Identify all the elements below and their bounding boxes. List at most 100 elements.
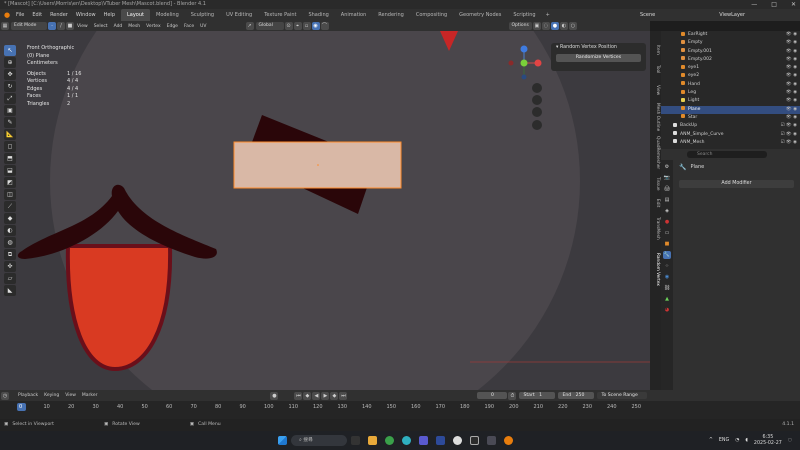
outliner-item-anm-mesh[interactable]: ANM_Mesh ☑ 👁 ◉ [661, 139, 800, 147]
play-reverse-icon[interactable]: ◀ [312, 391, 321, 400]
tab-uv-editing[interactable]: UV Editing [220, 9, 258, 21]
tab-geometry-nodes[interactable]: Geometry Nodes [453, 9, 507, 21]
proportional-edit-icon[interactable]: ◉ [311, 22, 320, 30]
tab-animation[interactable]: Animation [335, 9, 373, 21]
menu-view[interactable]: View [74, 24, 91, 29]
xray-icon[interactable]: ▣ [532, 22, 541, 30]
3d-viewport[interactable] [0, 31, 650, 390]
chrome-icon[interactable] [385, 436, 394, 445]
output-icon[interactable]: 🖨 [663, 185, 671, 193]
to-scene-range-button[interactable]: To Scene Range [597, 392, 648, 399]
render-icon[interactable]: 📷 [663, 174, 671, 182]
randomize-vertices-button[interactable]: Randomize Vertices [556, 54, 641, 62]
rip-tool-icon[interactable]: ◣ [4, 285, 16, 296]
menu-view[interactable]: View [62, 393, 79, 398]
orientation-icon[interactable]: ↗ [245, 22, 254, 30]
menu-edit[interactable]: Edit [28, 9, 46, 21]
menu-file[interactable]: File [12, 9, 28, 21]
tab-item[interactable]: Item [651, 45, 660, 55]
steam-icon[interactable] [453, 436, 462, 445]
add-modifier-button[interactable]: Add Modifier [679, 180, 794, 188]
visibility-icon[interactable]: 👁 ◉ [786, 56, 797, 64]
visibility-icon[interactable]: 👁 ◉ [786, 48, 797, 56]
play-icon[interactable]: ▶ [321, 391, 330, 400]
constraints-icon[interactable]: ⛓ [663, 284, 671, 292]
tab-edit[interactable]: Edit [651, 199, 660, 207]
scene-select[interactable]: Scene [640, 12, 655, 18]
start-frame-field[interactable]: Start 1 [519, 392, 556, 399]
jump-end-icon[interactable]: ⏭ [339, 391, 348, 400]
volume-icon[interactable]: ◖ [745, 438, 748, 443]
tray-chevron-icon[interactable]: ^ [709, 438, 713, 443]
blender-taskbar-icon[interactable] [504, 436, 513, 445]
tab-transmesh[interactable]: TransMesh [651, 217, 660, 240]
tab-view[interactable]: View [651, 85, 660, 95]
tab-random-vertex[interactable]: Random Vertex [651, 253, 660, 286]
object-icon[interactable]: ■ [663, 240, 671, 248]
outliner-item-empty-001[interactable]: Empty.001 👁 ◉ [661, 48, 800, 56]
world-icon[interactable]: ● [663, 218, 671, 226]
transform-orientation-select[interactable]: Global [255, 22, 284, 30]
blender-logo-icon[interactable]: ● [2, 11, 12, 19]
vertex-select-icon[interactable]: · [48, 22, 56, 30]
outliner-item-empty-002[interactable]: Empty.002 👁 ◉ [661, 56, 800, 64]
panel-header[interactable]: ▾ Random Vertex Position [551, 43, 646, 52]
visibility-icon[interactable]: 👁 ◉ [786, 31, 797, 39]
view-layer-select[interactable]: ViewLayer [719, 12, 745, 18]
outliner-item-plane[interactable]: Plane 👁 ◉ [661, 105, 800, 114]
taskbar-search-input[interactable]: ⌕ 搜尋 [291, 435, 347, 446]
view-layer-icon[interactable]: ▤ [663, 196, 671, 204]
shrink-fatten-tool-icon[interactable]: ✜ [4, 261, 16, 272]
options-button[interactable]: Options [508, 22, 532, 30]
app2-icon[interactable] [436, 436, 445, 445]
outliner-item-leg[interactable]: Leg 👁 ◉ [661, 89, 800, 97]
maximize-button[interactable]: □ [771, 0, 777, 9]
material-icon[interactable]: ◕ [663, 306, 671, 314]
language-indicator[interactable]: ENG [719, 438, 729, 443]
outliner-item-anm-simple-curve[interactable]: ANM_Simple_Curve ☑ 👁 ◉ [661, 131, 800, 139]
menu-marker[interactable]: Marker [79, 393, 101, 398]
modifier-wrench-icon[interactable]: 🔧 [663, 251, 671, 259]
tab-scripting[interactable]: Scripting [507, 9, 541, 21]
visibility-icon[interactable]: ☑ 👁 ◉ [780, 139, 797, 147]
menu-select[interactable]: Select [91, 24, 111, 29]
rotate-tool-icon[interactable]: ↻ [4, 81, 16, 92]
move-tool-icon[interactable]: ✥ [4, 69, 16, 80]
jump-keyframe-back-icon[interactable]: ◆ [303, 391, 312, 400]
tab-tissue[interactable]: Tissue [651, 177, 660, 191]
menu-face[interactable]: Face [181, 24, 197, 29]
loop-cut-tool-icon[interactable]: ◫ [4, 189, 16, 200]
visibility-icon[interactable]: 👁 ◉ [786, 64, 797, 72]
visibility-icon[interactable]: ☑ 👁 ◉ [780, 122, 797, 130]
inset-tool-icon[interactable]: ⬓ [4, 165, 16, 176]
minimize-button[interactable]: — [751, 0, 757, 9]
visibility-icon[interactable]: 👁 ◉ [786, 89, 797, 97]
visibility-icon[interactable]: ☑ 👁 ◉ [780, 131, 797, 139]
add-workspace-icon[interactable]: + [546, 12, 550, 18]
tab-layout[interactable]: Layout [121, 9, 150, 21]
menu-vertex[interactable]: Vertex [143, 24, 163, 29]
settings-icon[interactable] [487, 436, 496, 445]
tool-settings-icon[interactable]: ⚙ [663, 163, 671, 171]
tab-quadremesher[interactable]: QuadRemesher [651, 136, 660, 169]
jump-start-icon[interactable]: ⏮ [294, 391, 303, 400]
visibility-icon[interactable]: 👁 ◉ [786, 39, 797, 47]
clock[interactable]: 6:35 2025-02-27 [754, 435, 782, 447]
add-cube-tool-icon[interactable]: ◻ [4, 141, 16, 152]
wireframe-shading-icon[interactable]: ◌ [541, 22, 550, 30]
wifi-icon[interactable]: ◔ [735, 438, 739, 443]
tab-shading[interactable]: Shading [302, 9, 334, 21]
select-tool-icon[interactable]: ↖ [4, 45, 16, 56]
tab-compositing[interactable]: Compositing [410, 9, 453, 21]
data-icon[interactable]: ▲ [663, 295, 671, 303]
menu-playback[interactable]: Playback [15, 393, 41, 398]
outliner-item-eye1[interactable]: eye1 👁 ◉ [661, 64, 800, 72]
visibility-icon[interactable]: 👁 ◉ [786, 81, 797, 89]
editor-type-icon[interactable]: ▦ [1, 22, 9, 30]
material-shading-icon[interactable]: ◐ [559, 22, 568, 30]
pivot-icon[interactable]: ⊙ [284, 22, 293, 30]
timeline-scrubber[interactable]: 0 10 20 30 40 50 60 70 80 90 100 110 120 130 140 150 160… [0, 401, 800, 419]
solid-shading-icon[interactable]: ● [550, 22, 559, 30]
obs-icon[interactable] [470, 436, 479, 445]
bevel-tool-icon[interactable]: ◩ [4, 177, 16, 188]
